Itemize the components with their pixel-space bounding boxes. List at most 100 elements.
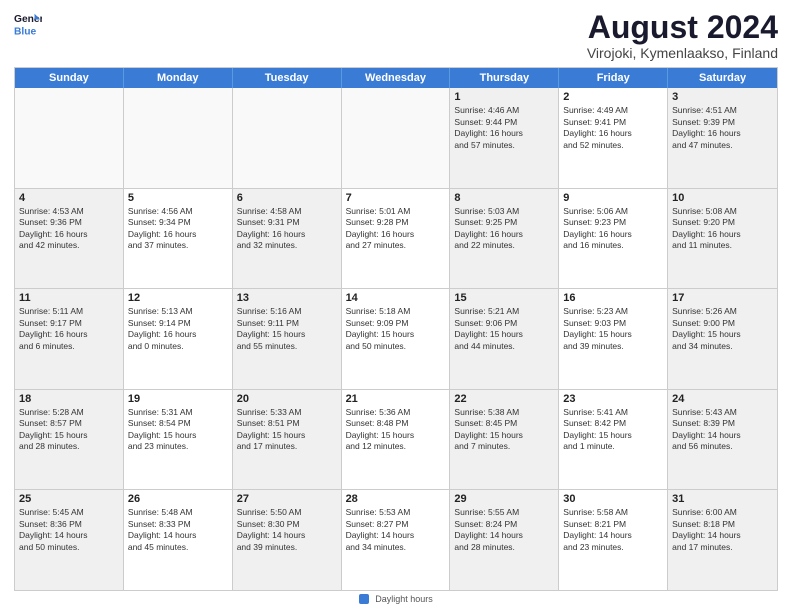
day-number: 8 <box>454 192 554 204</box>
calendar-row-1: 1Sunrise: 4:46 AM Sunset: 9:44 PM Daylig… <box>15 88 777 189</box>
svg-text:Blue: Blue <box>14 26 37 37</box>
day-number: 27 <box>237 493 337 505</box>
logo-icon: GeneralBlue <box>14 10 42 38</box>
day-info: Sunrise: 5:18 AM Sunset: 9:09 PM Dayligh… <box>346 306 446 352</box>
calendar-cell: 20 Sunrise: 5:33 AM Sunset: 8:51 PM Dayli… <box>233 390 342 490</box>
day-info: Sunrise: 5:50 AM Sunset: 8:30 PM Dayligh… <box>237 507 337 553</box>
day-info: Sunrise: 5:48 AM Sunset: 8:33 PM Dayligh… <box>128 507 228 553</box>
footer-dot <box>359 594 369 604</box>
weekday-header-sunday: Sunday <box>15 68 124 88</box>
day-number: 3 <box>672 91 773 103</box>
day-info: Sunrise: 4:51 AM Sunset: 9:39 PM Dayligh… <box>672 105 773 151</box>
day-info: Sunrise: 5:31 AM Sunset: 8:54 PM Dayligh… <box>128 407 228 453</box>
calendar-row-2: 4 Sunrise: 4:53 AM Sunset: 9:36 PM Daylig… <box>15 189 777 290</box>
calendar-cell: 23 Sunrise: 5:41 AM Sunset: 8:42 PM Dayli… <box>559 390 668 490</box>
calendar-cell <box>342 88 451 188</box>
day-info: Sunrise: 4:56 AM Sunset: 9:34 PM Dayligh… <box>128 206 228 252</box>
day-info: Sunrise: 5:23 AM Sunset: 9:03 PM Dayligh… <box>563 306 663 352</box>
day-info: Sunrise: 5:58 AM Sunset: 8:21 PM Dayligh… <box>563 507 663 553</box>
calendar-cell: 25Sunrise: 5:45 AM Sunset: 8:36 PM Dayli… <box>15 490 124 590</box>
day-number: 18 <box>19 393 119 405</box>
calendar-cell <box>15 88 124 188</box>
day-info: Sunrise: 5:36 AM Sunset: 8:48 PM Dayligh… <box>346 407 446 453</box>
day-number: 23 <box>563 393 663 405</box>
day-info: Sunrise: 5:16 AM Sunset: 9:11 PM Dayligh… <box>237 306 337 352</box>
calendar-body: 1Sunrise: 4:46 AM Sunset: 9:44 PM Daylig… <box>15 88 777 590</box>
day-info: Sunrise: 5:03 AM Sunset: 9:25 PM Dayligh… <box>454 206 554 252</box>
day-info: Sunrise: 5:41 AM Sunset: 8:42 PM Dayligh… <box>563 407 663 453</box>
day-number: 14 <box>346 292 446 304</box>
calendar-row-4: 18 Sunrise: 5:28 AM Sunset: 8:57 PM Dayli… <box>15 390 777 491</box>
calendar-cell: 2 Sunrise: 4:49 AM Sunset: 9:41 PM Daylig… <box>559 88 668 188</box>
page-subtitle: Virojoki, Kymenlaakso, Finland <box>587 45 778 61</box>
day-number: 29 <box>454 493 554 505</box>
day-info: Sunrise: 5:26 AM Sunset: 9:00 PM Dayligh… <box>672 306 773 352</box>
calendar-cell: 28Sunrise: 5:53 AM Sunset: 8:27 PM Dayli… <box>342 490 451 590</box>
calendar-cell: 30 Sunrise: 5:58 AM Sunset: 8:21 PM Dayli… <box>559 490 668 590</box>
day-number: 16 <box>563 292 663 304</box>
calendar-cell <box>124 88 233 188</box>
day-number: 19 <box>128 393 228 405</box>
page-header: GeneralBlue August 2024 Virojoki, Kymenl… <box>14 10 778 61</box>
day-info: Sunrise: 4:53 AM Sunset: 9:36 PM Dayligh… <box>19 206 119 252</box>
calendar-cell: 17 Sunrise: 5:26 AM Sunset: 9:00 PM Dayli… <box>668 289 777 389</box>
day-number: 7 <box>346 192 446 204</box>
day-info: Sunrise: 4:49 AM Sunset: 9:41 PM Dayligh… <box>563 105 663 151</box>
calendar-cell: 15Sunrise: 5:21 AM Sunset: 9:06 PM Dayli… <box>450 289 559 389</box>
calendar-cell: 9 Sunrise: 5:06 AM Sunset: 9:23 PM Daylig… <box>559 189 668 289</box>
calendar-cell: 3 Sunrise: 4:51 AM Sunset: 9:39 PM Daylig… <box>668 88 777 188</box>
weekday-header-tuesday: Tuesday <box>233 68 342 88</box>
calendar-cell: 6 Sunrise: 4:58 AM Sunset: 9:31 PM Daylig… <box>233 189 342 289</box>
calendar-cell: 22 Sunrise: 5:38 AM Sunset: 8:45 PM Dayli… <box>450 390 559 490</box>
day-number: 26 <box>128 493 228 505</box>
page-title: August 2024 <box>587 10 778 45</box>
calendar-cell: 27 Sunrise: 5:50 AM Sunset: 8:30 PM Dayli… <box>233 490 342 590</box>
calendar: SundayMondayTuesdayWednesdayThursdayFrid… <box>14 67 778 591</box>
weekday-header-thursday: Thursday <box>450 68 559 88</box>
day-info: Sunrise: 5:01 AM Sunset: 9:28 PM Dayligh… <box>346 206 446 252</box>
day-number: 5 <box>128 192 228 204</box>
calendar-cell <box>233 88 342 188</box>
day-info: Sunrise: 5:53 AM Sunset: 8:27 PM Dayligh… <box>346 507 446 553</box>
day-number: 6 <box>237 192 337 204</box>
day-number: 11 <box>19 292 119 304</box>
day-number: 17 <box>672 292 773 304</box>
weekday-header-saturday: Saturday <box>668 68 777 88</box>
calendar-cell: 4 Sunrise: 4:53 AM Sunset: 9:36 PM Daylig… <box>15 189 124 289</box>
day-number: 20 <box>237 393 337 405</box>
day-info: Sunrise: 4:58 AM Sunset: 9:31 PM Dayligh… <box>237 206 337 252</box>
day-info: Sunrise: 5:08 AM Sunset: 9:20 PM Dayligh… <box>672 206 773 252</box>
calendar-cell: 8 Sunrise: 5:03 AM Sunset: 9:25 PM Daylig… <box>450 189 559 289</box>
footer-label: Daylight hours <box>375 594 433 604</box>
day-number: 10 <box>672 192 773 204</box>
day-number: 22 <box>454 393 554 405</box>
day-number: 21 <box>346 393 446 405</box>
calendar-cell: 29Sunrise: 5:55 AM Sunset: 8:24 PM Dayli… <box>450 490 559 590</box>
day-number: 2 <box>563 91 663 103</box>
weekday-header-wednesday: Wednesday <box>342 68 451 88</box>
calendar-cell: 24Sunrise: 5:43 AM Sunset: 8:39 PM Dayli… <box>668 390 777 490</box>
day-info: Sunrise: 4:46 AM Sunset: 9:44 PM Dayligh… <box>454 105 554 151</box>
day-info: Sunrise: 5:11 AM Sunset: 9:17 PM Dayligh… <box>19 306 119 352</box>
day-number: 9 <box>563 192 663 204</box>
calendar-cell: 14 Sunrise: 5:18 AM Sunset: 9:09 PM Dayli… <box>342 289 451 389</box>
day-info: Sunrise: 5:13 AM Sunset: 9:14 PM Dayligh… <box>128 306 228 352</box>
day-info: Sunrise: 5:38 AM Sunset: 8:45 PM Dayligh… <box>454 407 554 453</box>
day-number: 31 <box>672 493 773 505</box>
day-number: 15 <box>454 292 554 304</box>
footer: Daylight hours <box>14 591 778 606</box>
calendar-cell: 11 Sunrise: 5:11 AM Sunset: 9:17 PM Dayli… <box>15 289 124 389</box>
calendar-cell: 18 Sunrise: 5:28 AM Sunset: 8:57 PM Dayli… <box>15 390 124 490</box>
calendar-cell: 5 Sunrise: 4:56 AM Sunset: 9:34 PM Daylig… <box>124 189 233 289</box>
svg-text:General: General <box>14 14 42 25</box>
day-number: 4 <box>19 192 119 204</box>
calendar-cell: 21 Sunrise: 5:36 AM Sunset: 8:48 PM Dayli… <box>342 390 451 490</box>
day-info: Sunrise: 5:33 AM Sunset: 8:51 PM Dayligh… <box>237 407 337 453</box>
day-number: 30 <box>563 493 663 505</box>
calendar-row-5: 25Sunrise: 5:45 AM Sunset: 8:36 PM Dayli… <box>15 490 777 590</box>
day-info: Sunrise: 5:06 AM Sunset: 9:23 PM Dayligh… <box>563 206 663 252</box>
day-number: 12 <box>128 292 228 304</box>
calendar-cell: 10 Sunrise: 5:08 AM Sunset: 9:20 PM Dayli… <box>668 189 777 289</box>
calendar-row-3: 11 Sunrise: 5:11 AM Sunset: 9:17 PM Dayli… <box>15 289 777 390</box>
day-info: Sunrise: 5:28 AM Sunset: 8:57 PM Dayligh… <box>19 407 119 453</box>
